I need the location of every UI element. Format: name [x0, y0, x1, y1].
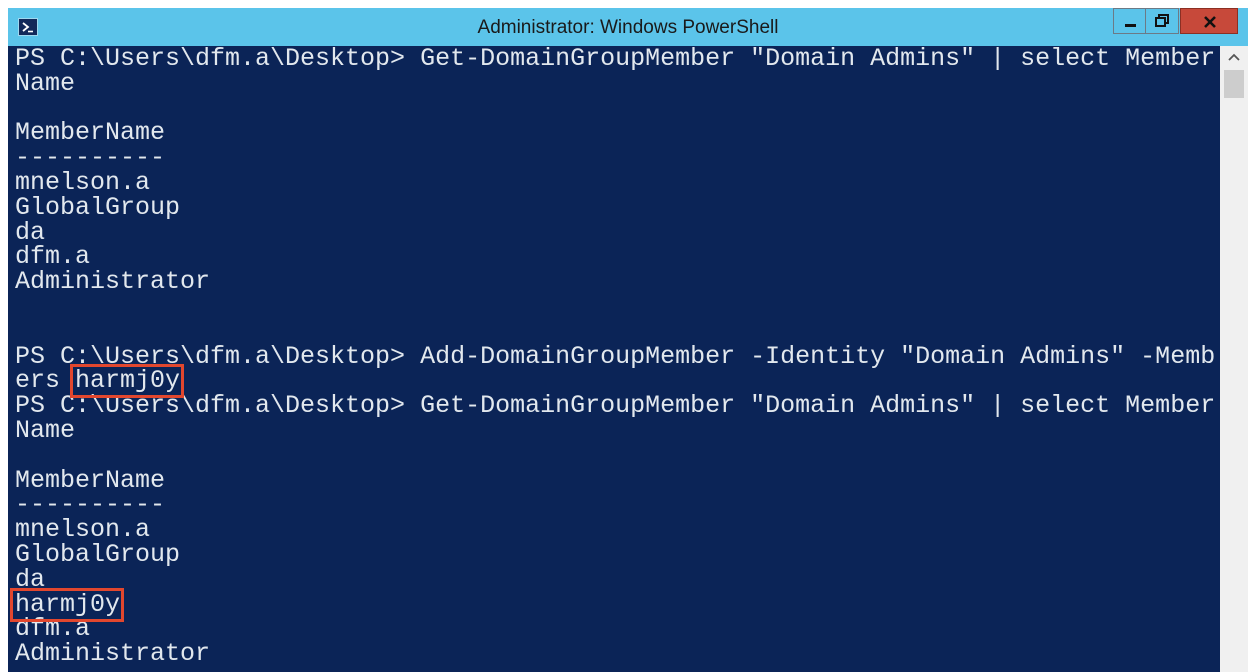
- console-line: GlobalGroup: [15, 192, 181, 222]
- console-line: Name: [15, 68, 76, 98]
- console-line: MemberName: [15, 465, 166, 495]
- console-line: Name: [15, 415, 76, 445]
- minimize-button[interactable]: [1113, 8, 1146, 34]
- vertical-scrollbar[interactable]: [1220, 46, 1248, 672]
- scroll-thumb[interactable]: [1224, 70, 1244, 98]
- console-line: mnelson.a: [15, 167, 151, 197]
- title-bar[interactable]: Administrator: Windows PowerShell: [8, 8, 1248, 46]
- console-line-with-highlight: harmj0y: [15, 589, 1215, 619]
- chevron-up-icon: [1228, 53, 1240, 61]
- console-line: GlobalGroup: [15, 539, 181, 569]
- console-line: MemberName: [15, 118, 166, 148]
- restore-button[interactable]: [1146, 8, 1179, 34]
- console-line: da: [15, 564, 46, 594]
- close-icon: [1204, 16, 1216, 28]
- console-line: Administrator: [15, 639, 211, 669]
- console-line: Administrator: [15, 267, 211, 297]
- console-line: PS C:\Users\dfm.a\Desktop> Get-DomainGro…: [15, 46, 1216, 73]
- window-title: Administrator: Windows PowerShell: [477, 17, 779, 38]
- powershell-window: Administrator: Windows PowerShell PS C:\…: [8, 8, 1248, 672]
- minimize-icon: [1125, 24, 1136, 27]
- highlighted-new-member: harmj0y: [15, 589, 121, 619]
- console-line: ----------: [15, 143, 166, 173]
- console-line: da: [15, 217, 46, 247]
- console-line: ----------: [15, 490, 166, 520]
- console-line: PS C:\Users\dfm.a\Desktop> Get-DomainGro…: [15, 391, 1216, 421]
- restore-icon: [1155, 14, 1169, 27]
- console-line: PS C:\Users\dfm.a\Desktop> Add-DomainGro…: [15, 341, 1216, 371]
- console-output[interactable]: PS C:\Users\dfm.a\Desktop> Get-DomainGro…: [8, 46, 1220, 672]
- close-button[interactable]: [1180, 8, 1238, 34]
- scroll-up-button[interactable]: [1220, 46, 1248, 68]
- console-line: mnelson.a: [15, 515, 151, 545]
- highlighted-member-argument: harmj0y: [75, 366, 181, 396]
